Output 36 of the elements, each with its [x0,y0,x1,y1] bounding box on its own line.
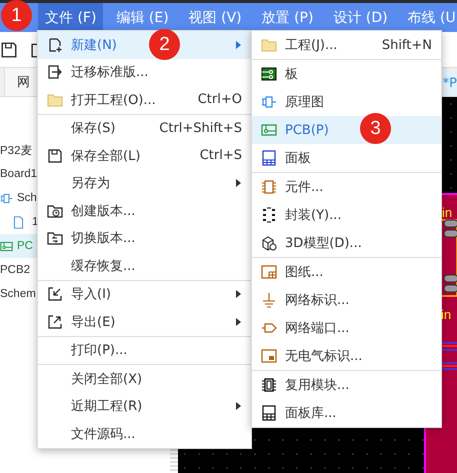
menu-item-label: 元件... [285,179,324,196]
shortcut-label: Shift+N [382,38,432,52]
shortcut-label: Ctrl+Shift+S [159,120,242,136]
menu-item-label: 关闭全部(X) [71,370,142,388]
menu-item-label: 打开工程(O)... [71,92,156,109]
menu-item-label: 3D模型(D)... [285,235,362,252]
menu-item-label: 切换版本... [71,230,136,248]
menu-item-label: 保存全部(L) [71,148,140,165]
menu-item-label: 导入(I) [71,286,111,304]
tree-item-label: PC [17,240,33,252]
menu-item-label: 保存(S) [71,120,116,138]
menu-item-label: 打印(P)... [71,342,128,360]
tree-item-label: Sch [17,192,37,204]
menu-item-label: 近期工程(R) [71,398,142,416]
menu-item-label: 图纸... [285,264,324,281]
menu-item-label: PCB(P) [285,122,329,138]
menu-item-label: 迁移标准版... [71,64,148,82]
shortcut-label: Ctrl+O [198,92,242,108]
menu-item-label: 面板库... [285,405,336,422]
menu-item-label: 文件源码... [71,426,136,443]
menu-item-label: 网络标识... [285,292,350,309]
menu-item-label: 另存为 [71,175,110,192]
menu-item-label: 复用模块... [285,377,350,394]
shortcut-label: Ctrl+S [200,148,242,164]
menu-item-label: 创建版本... [71,202,136,220]
menu-item-label: 原理图 [285,94,324,111]
menu-item-label: 无电气标识... [285,348,362,365]
menu-item-label: 网络端口... [285,320,350,337]
menu-item-label: 缓存恢复... [71,258,136,275]
silkscreen-label: in [442,206,452,219]
menu-item-label: 面板 [285,150,311,167]
menu-item-label: 新建(N) [71,36,117,54]
menu-item-label: 板 [285,66,298,83]
menu-item-label: 封装(Y)... [285,207,342,224]
menu-item-label: 工程(J)... [285,37,338,54]
menu-item-label: 导出(E) [71,314,116,331]
